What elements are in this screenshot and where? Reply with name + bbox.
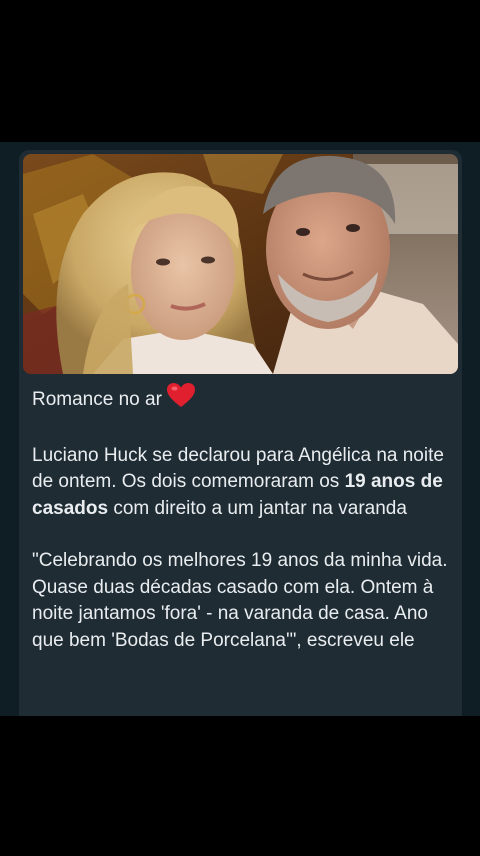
message-bubble[interactable]: Romance no ar Luciano Huck se declarou p… [19, 150, 462, 716]
headline: Romance no ar [32, 382, 452, 417]
paragraph-1-part-2: com direito a um jantar na varanda [108, 497, 407, 519]
screen: Romance no ar Luciano Huck se declarou p… [0, 0, 480, 856]
message-photo[interactable] [23, 154, 458, 374]
paragraph-1: Luciano Huck se declarou para Angélica n… [32, 443, 452, 523]
couple-photo-image [23, 154, 458, 374]
heart-emoji-icon [166, 382, 196, 417]
message-caption: Romance no ar Luciano Huck se declarou p… [32, 382, 452, 654]
headline-text: Romance no ar [32, 389, 162, 410]
paragraph-2: "Celebrando os melhores 19 anos da minha… [32, 550, 448, 651]
